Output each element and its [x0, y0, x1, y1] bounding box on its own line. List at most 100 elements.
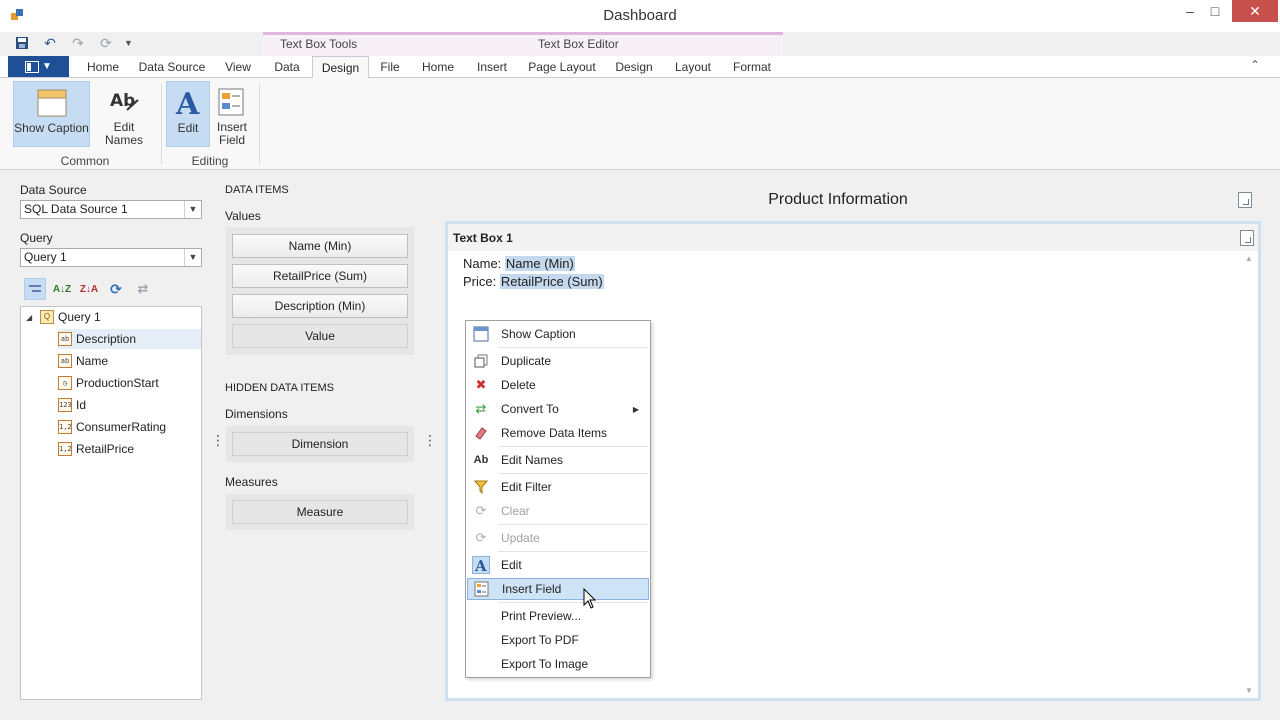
application-menu-button[interactable]: ▼ [8, 56, 69, 77]
title-bar: Dashboard – □ ✕ [0, 0, 1280, 32]
tab-layout[interactable]: Layout [671, 56, 715, 78]
sort-descending-icon[interactable]: Z↓A [78, 278, 100, 300]
menu-item-edit-names[interactable]: Ab Edit Names [467, 449, 649, 471]
tab-format[interactable]: Format [730, 56, 774, 78]
insert-field-button[interactable]: Insert Field [212, 81, 252, 147]
menu-item-remove-data-items[interactable]: Remove Data Items [467, 422, 649, 444]
clear-filter-icon: ⟳ [475, 503, 487, 518]
tab-data[interactable]: Data [268, 56, 306, 78]
menu-item-convert-to[interactable]: ⇄ Convert To ▶ [467, 398, 649, 420]
data-items-title: DATA ITEMS [225, 184, 289, 196]
tree-item-retail-price[interactable]: 1,2 RetailPrice [58, 439, 134, 459]
dimension-drop-target[interactable]: Dimension [232, 432, 408, 456]
menu-item-export-image[interactable]: Export To Image [467, 653, 649, 675]
integer-field-icon: 123 [58, 398, 72, 412]
menu-item-export-pdf[interactable]: Export To PDF [467, 629, 649, 651]
value-item-retail-price-sum[interactable]: RetailPrice (Sum) [232, 264, 408, 288]
menu-item-delete[interactable]: ✖ Delete [467, 374, 649, 396]
date-field-icon: ◷ [58, 376, 72, 390]
group-fields-icon[interactable] [24, 278, 46, 300]
menu-item-label: Convert To [501, 402, 559, 416]
save-icon[interactable] [12, 34, 32, 52]
close-button[interactable]: ✕ [1232, 0, 1278, 22]
refresh-icon[interactable]: ⟳ [96, 34, 116, 52]
scroll-down-icon[interactable]: ▼ [1245, 686, 1253, 695]
export-item-icon[interactable] [1240, 230, 1254, 246]
context-menu: Show Caption Duplicate ✖ Delete ⇄ Conver… [465, 320, 651, 678]
query-combo[interactable]: Query 1 ▼ [20, 248, 202, 267]
text-prefix: Price: [463, 274, 500, 289]
tab-data-source[interactable]: Data Source [137, 56, 207, 78]
show-caption-label: Show Caption [14, 121, 89, 135]
swap-icon[interactable]: ⇄ [132, 278, 154, 300]
undo-icon[interactable]: ↶ [40, 34, 60, 52]
insert-field-icon [216, 87, 248, 117]
tab-insert[interactable]: Insert [472, 56, 512, 78]
mouse-cursor-icon [583, 588, 597, 609]
redo-icon[interactable]: ↷ [68, 34, 88, 52]
menu-item-update[interactable]: ⟳ Update [467, 527, 649, 549]
text-a-icon: A [470, 554, 492, 576]
maximize-button[interactable]: □ [1198, 0, 1232, 22]
menu-separator [498, 602, 648, 603]
edit-button[interactable]: A Edit [166, 81, 210, 147]
menu-item-clear[interactable]: ⟳ Clear [467, 500, 649, 522]
menu-item-insert-field[interactable]: Insert Field [467, 578, 649, 600]
tree-item-id[interactable]: 123 Id [58, 395, 86, 415]
tab-editor-design[interactable]: Design [612, 56, 656, 78]
export-pdf-icon [470, 629, 492, 651]
menu-item-label: Insert Field [502, 582, 562, 596]
menu-item-show-caption[interactable]: Show Caption [467, 323, 649, 345]
contextual-group-text-box-tools: Text Box Tools [280, 37, 358, 51]
edit-names-icon: Ab [108, 87, 140, 117]
menu-item-edit[interactable]: A Edit [467, 554, 649, 576]
tree-item-production-start[interactable]: ◷ ProductionStart [58, 373, 159, 393]
data-source-combo[interactable]: SQL Data Source 1 ▼ [20, 200, 202, 219]
vertical-scrollbar[interactable] [1243, 253, 1257, 699]
menu-item-duplicate[interactable]: Duplicate [467, 350, 649, 372]
filter-icon [470, 476, 492, 498]
measure-drop-target[interactable]: Measure [232, 500, 408, 524]
text-line-price[interactable]: Price: RetailPrice (Sum) [463, 274, 604, 289]
chevron-down-icon: ▼ [42, 61, 52, 72]
sort-ascending-icon[interactable]: A↓Z [51, 278, 73, 300]
tab-editor-home[interactable]: Home [419, 56, 457, 78]
edit-names-icon: Ab [473, 454, 489, 466]
text-box-caption: Text Box 1 [453, 231, 513, 245]
menu-item-print-preview[interactable]: Print Preview... [467, 605, 649, 627]
value-item-name-min[interactable]: Name (Min) [232, 234, 408, 258]
right-splitter-grip[interactable]: ⋮ [423, 432, 437, 449]
edit-names-button[interactable]: Ab Edit Names [93, 81, 155, 147]
field-list-tree[interactable] [20, 306, 202, 700]
tab-design-active[interactable]: Design [312, 56, 369, 79]
field-placeholder-name[interactable]: Name (Min) [504, 256, 575, 271]
menu-separator [498, 524, 648, 525]
value-drop-target[interactable]: Value [232, 324, 408, 348]
show-caption-button[interactable]: Show Caption [13, 81, 90, 147]
refresh-icon[interactable]: ⟳ [105, 278, 127, 300]
tab-home[interactable]: Home [84, 56, 122, 78]
collapse-ribbon-icon[interactable]: ⌃ [1250, 58, 1260, 72]
delete-icon: ✖ [475, 377, 487, 392]
window-title: Dashboard [603, 7, 677, 24]
tree-item-consumer-rating[interactable]: 1,2 ConsumerRating [58, 417, 166, 437]
text-line-name[interactable]: Name: Name (Min) [463, 256, 575, 271]
measures-label: Measures [225, 475, 278, 489]
export-dashboard-icon[interactable] [1238, 192, 1252, 208]
scroll-up-icon[interactable]: ▲ [1245, 254, 1253, 263]
tab-page-layout[interactable]: Page Layout [527, 56, 597, 78]
chevron-down-icon[interactable]: ▼ [184, 249, 201, 266]
menu-item-edit-filter[interactable]: Edit Filter [467, 476, 649, 498]
tree-root-query[interactable]: ◢ Q Query 1 [26, 307, 101, 327]
tab-view[interactable]: View [222, 56, 254, 78]
chevron-down-icon[interactable]: ▼ [184, 201, 201, 218]
customize-qat-icon[interactable]: ▼ [124, 38, 138, 48]
field-label: Id [76, 398, 87, 412]
tree-item-description[interactable]: ab Description [58, 329, 201, 349]
tab-file[interactable]: File [376, 56, 404, 78]
value-item-description-min[interactable]: Description (Min) [232, 294, 408, 318]
collapse-triangle-icon[interactable]: ◢ [26, 313, 36, 322]
field-placeholder-retail-price[interactable]: RetailPrice (Sum) [499, 274, 604, 289]
tree-item-name[interactable]: ab Name [58, 351, 108, 371]
left-splitter-grip[interactable]: ⋮ [211, 432, 225, 449]
